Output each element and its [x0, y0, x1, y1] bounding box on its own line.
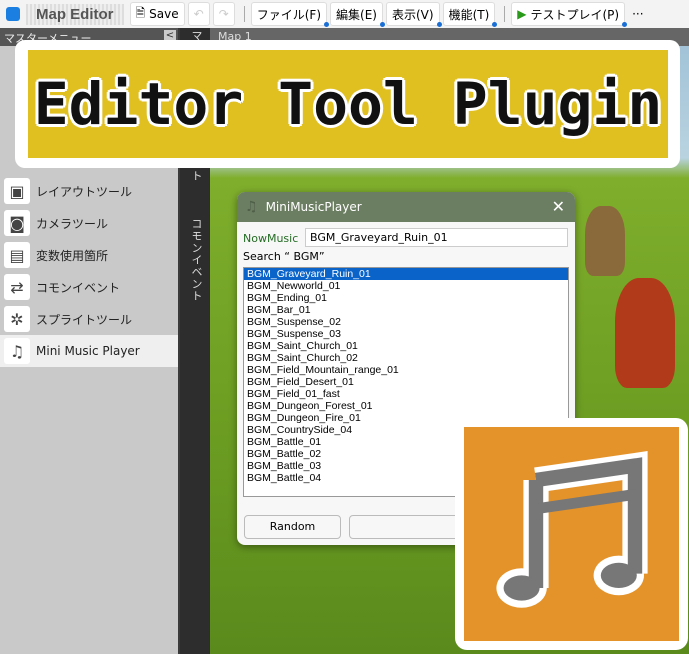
- list-item[interactable]: BGM_Suspense_03: [244, 328, 568, 340]
- menu-edit[interactable]: 編集(E): [330, 2, 385, 27]
- save-button[interactable]: 🗎 Save: [129, 2, 185, 26]
- variable-usage-icon: ▤: [4, 242, 30, 268]
- list-item[interactable]: BGM_Bar_01: [244, 304, 568, 316]
- sidebar-item-camera-tool[interactable]: ◙ カメラツール: [0, 207, 178, 239]
- list-item[interactable]: BGM_Field_Desert_01: [244, 376, 568, 388]
- music-note-icon: ♫: [4, 338, 30, 364]
- play-icon: ▶: [517, 7, 527, 21]
- list-item[interactable]: BGM_Ending_01: [244, 292, 568, 304]
- menu-function[interactable]: 機能(T): [442, 2, 498, 27]
- list-item[interactable]: BGM_Saint_Church_02: [244, 352, 568, 364]
- sidebar-item-common-event[interactable]: ⇄ コモンイベント: [0, 271, 178, 303]
- music-plugin-icon: [455, 418, 688, 650]
- music-note-icon: ♫: [245, 199, 258, 215]
- dialog-title: MiniMusicPlayer: [265, 200, 362, 214]
- app-logo-icon: [6, 7, 20, 21]
- now-music-field[interactable]: BGM_Graveyard_Ruin_01: [305, 228, 568, 247]
- common-event-icon: ⇄: [4, 274, 30, 300]
- undo-icon: ↶: [193, 7, 204, 21]
- npc-character: [585, 206, 625, 276]
- redo-button[interactable]: ↷: [212, 2, 235, 26]
- list-item[interactable]: BGM_Suspense_02: [244, 316, 568, 328]
- music-note-icon: [495, 451, 648, 608]
- list-item[interactable]: BGM_Graveyard_Ruin_01: [244, 268, 568, 280]
- sidebar-item-variable-usage[interactable]: ▤ 変数使用箇所: [0, 239, 178, 271]
- random-button[interactable]: Random: [244, 515, 341, 539]
- now-music-label: NowMusic: [243, 232, 299, 245]
- more-icon[interactable]: ···: [632, 7, 643, 21]
- sidebar-item-sprite-tool[interactable]: ✲ スプライトツール: [0, 303, 178, 335]
- vertical-tab-common-event[interactable]: コモンイベント: [188, 218, 204, 302]
- list-item[interactable]: BGM_Dungeon_Forest_01: [244, 400, 568, 412]
- app-title: Map Editor: [26, 3, 124, 25]
- menu-view[interactable]: 表示(V): [385, 2, 442, 27]
- list-item[interactable]: BGM_Saint_Church_01: [244, 340, 568, 352]
- testplay-button[interactable]: ▶ テストプレイ(P): [511, 2, 628, 27]
- redo-icon: ↷: [218, 7, 229, 21]
- save-icon: 🗎: [135, 5, 146, 20]
- list-item[interactable]: BGM_Newworld_01: [244, 280, 568, 292]
- banner-text: Editor Tool Plugin: [33, 70, 663, 138]
- save-label: Save: [149, 7, 179, 21]
- title-banner: Editor Tool Plugin: [15, 40, 680, 168]
- menu-file[interactable]: ファイル(F): [250, 2, 330, 27]
- hero-character: [615, 278, 675, 388]
- toolbar: Map Editor 🗎 Save ↶ ↷ ファイル(F) 編集(E) 表示(V)…: [0, 0, 689, 28]
- layout-tool-icon: ▣: [4, 178, 30, 204]
- close-icon[interactable]: ✕: [552, 197, 565, 216]
- dialog-title-bar[interactable]: ♫ MiniMusicPlayer ✕: [237, 192, 575, 222]
- sprite-tool-icon: ✲: [4, 306, 30, 332]
- undo-button[interactable]: ↶: [187, 2, 210, 26]
- sidebar-item-mini-music-player[interactable]: ♫ Mini Music Player: [0, 335, 178, 367]
- camera-tool-icon: ◙: [4, 210, 30, 236]
- search-label: Search “ BGM”: [243, 250, 325, 263]
- list-item[interactable]: BGM_Field_Mountain_range_01: [244, 364, 568, 376]
- sidebar-item-layout-tool[interactable]: ▣ レイアウトツール: [0, 175, 178, 207]
- list-item[interactable]: BGM_Field_01_fast: [244, 388, 568, 400]
